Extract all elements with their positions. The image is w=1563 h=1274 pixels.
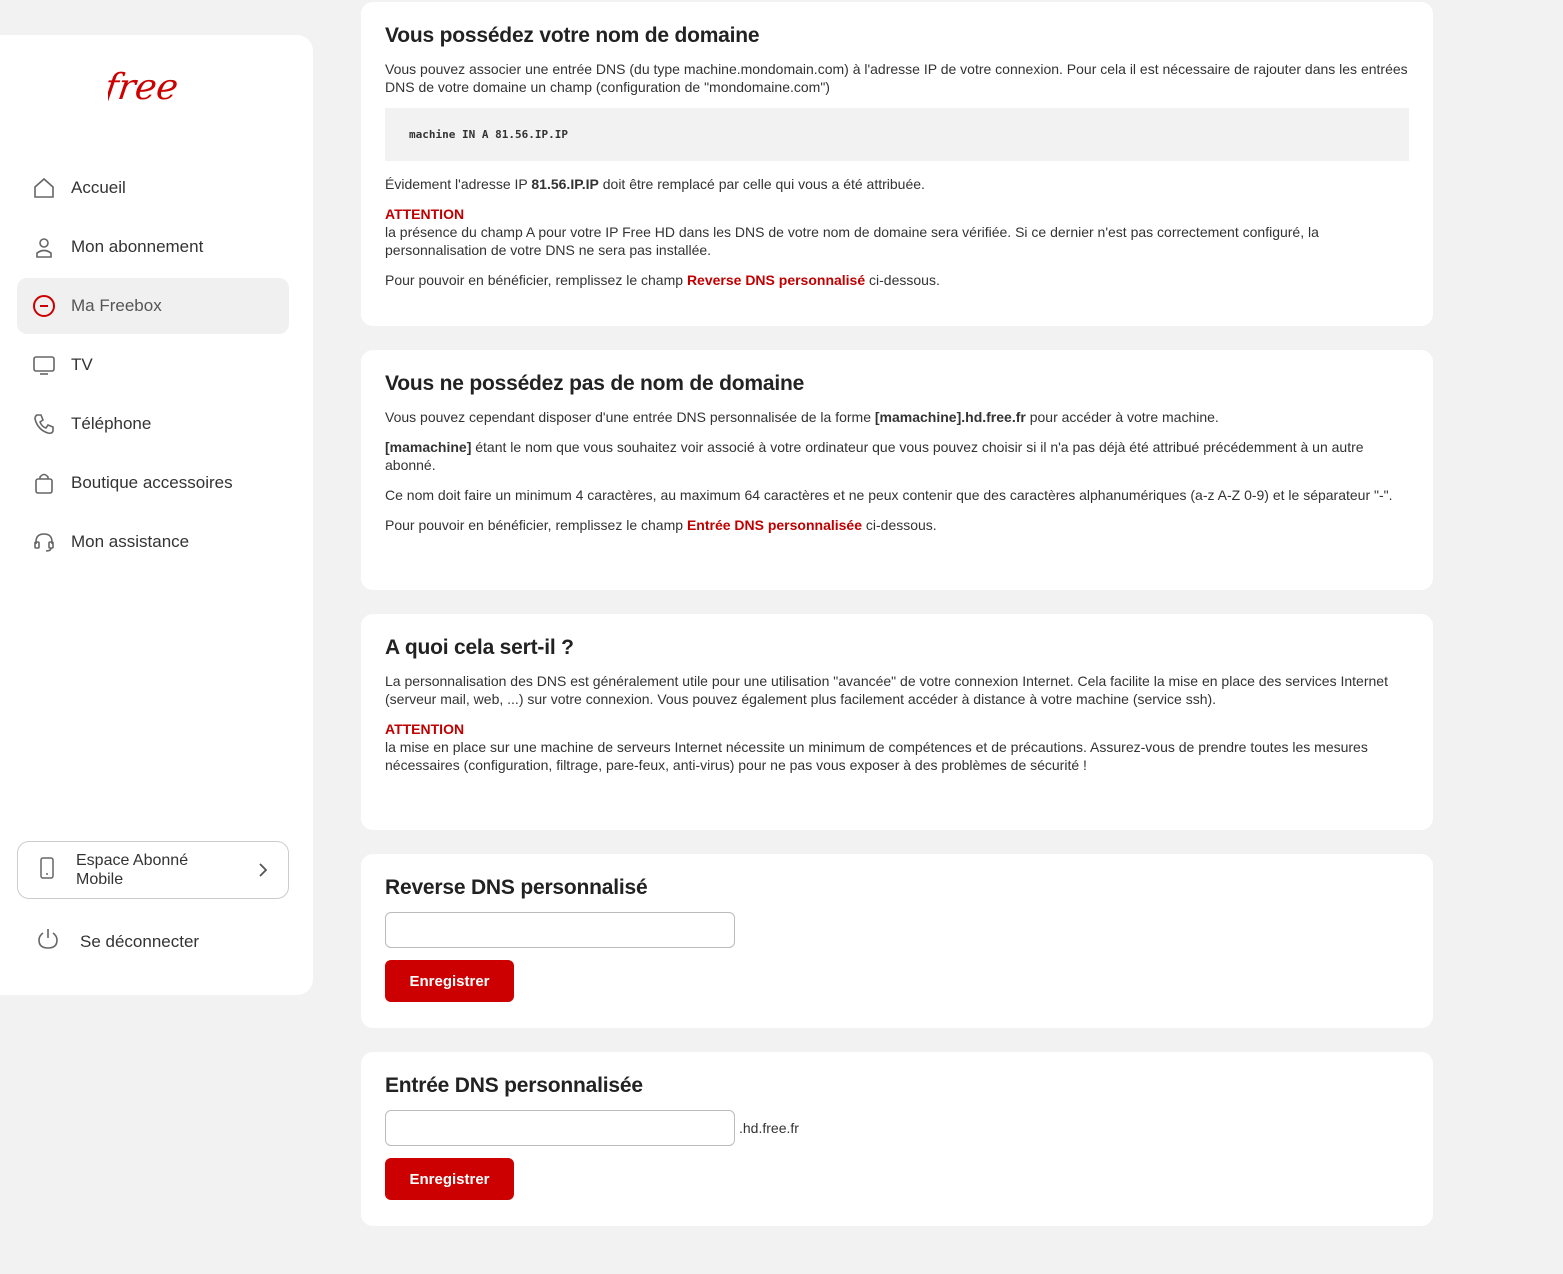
dns-entry-link[interactable]: Entrée DNS personnalisée	[687, 517, 862, 533]
sidebar: free Accueil Mon abonnement Ma Freebox T…	[0, 35, 313, 995]
card-text: Vous pouvez cependant disposer d'une ent…	[385, 409, 1219, 425]
card-text: Évidement l'adresse IP 81.56.IP.IP doit …	[385, 176, 925, 192]
mobile-phone-icon	[40, 856, 54, 884]
dns-code-block: machine IN A 81.56.IP.IP	[385, 108, 1409, 161]
sidebar-item-telephone[interactable]: Téléphone	[17, 396, 289, 452]
sidebar-item-label: Accueil	[71, 178, 126, 197]
card-title: Vous possédez votre nom de domaine	[385, 24, 760, 47]
sidebar-item-label: Mon assistance	[71, 532, 190, 551]
sidebar-item-abonnement[interactable]: Mon abonnement	[17, 219, 289, 275]
freebox-icon	[32, 294, 56, 318]
card-text: La personnalisation des DNS est générale…	[385, 673, 1388, 707]
reverse-dns-input[interactable]	[385, 912, 735, 948]
dns-entry-input[interactable]	[385, 1110, 735, 1146]
card-text: Pour pouvoir en bénéficier, remplissez l…	[385, 517, 937, 533]
ip-highlight: 81.56.IP.IP	[531, 176, 599, 192]
user-icon	[32, 235, 56, 259]
sidebar-item-label: Téléphone	[71, 414, 152, 433]
purpose-card: A quoi cela sert-il ? La personnalisatio…	[361, 614, 1433, 830]
card-title: Reverse DNS personnalisé	[385, 876, 648, 899]
domain-suffix: .hd.free.fr	[739, 1120, 799, 1136]
shopping-bag-icon	[32, 471, 56, 495]
sidebar-item-label: TV	[71, 355, 93, 374]
save-reverse-dns-button[interactable]: Enregistrer	[385, 960, 514, 1002]
power-icon	[37, 928, 59, 955]
phone-icon	[32, 412, 56, 436]
attention-block: ATTENTION la mise en place sur une machin…	[385, 720, 1409, 774]
sidebar-item-label: Boutique accessoires	[71, 473, 233, 492]
logout-label: Se déconnecter	[80, 931, 200, 951]
espace-abonne-mobile-button[interactable]: Espace Abonné Mobile	[17, 841, 289, 899]
attention-block: ATTENTION la présence du champ A pour vot…	[385, 205, 1409, 259]
sidebar-item-assistance[interactable]: Mon assistance	[17, 514, 289, 570]
card-text: [mamachine] étant le nom que vous souhai…	[385, 439, 1364, 473]
sidebar-nav: Accueil Mon abonnement Ma Freebox TV Tél…	[17, 160, 289, 573]
sidebar-item-freebox[interactable]: Ma Freebox	[17, 278, 289, 334]
no-domain-card: Vous ne possédez pas de nom de domaine V…	[361, 350, 1433, 590]
mobile-label: Espace Abonné Mobile	[76, 852, 189, 888]
sidebar-item-label: Ma Freebox	[71, 296, 162, 315]
logo-text: free	[108, 65, 181, 108]
sidebar-item-label: Mon abonnement	[71, 237, 204, 256]
reverse-dns-card: Reverse DNS personnalisé Enregistrer	[361, 854, 1433, 1028]
card-text: Ce nom doit faire un minimum 4 caractère…	[385, 487, 1393, 503]
headset-icon	[32, 530, 56, 554]
save-dns-entry-button[interactable]: Enregistrer	[385, 1158, 514, 1200]
card-text: Vous pouvez associer une entrée DNS (du …	[385, 61, 1408, 95]
attention-label: ATTENTION	[385, 721, 465, 737]
card-text: Pour pouvoir en bénéficier, remplissez l…	[385, 272, 940, 288]
sidebar-item-accueil[interactable]: Accueil	[17, 160, 289, 216]
sidebar-item-tv[interactable]: TV	[17, 337, 289, 393]
domain-owned-card: Vous possédez votre nom de domaine Vous …	[361, 2, 1433, 326]
free-logo[interactable]: free	[99, 65, 200, 115]
logout-button[interactable]: Se déconnecter	[37, 928, 199, 955]
card-title: A quoi cela sert-il ?	[385, 636, 574, 659]
chevron-right-icon	[258, 862, 268, 883]
home-icon	[32, 176, 56, 200]
reverse-dns-link[interactable]: Reverse DNS personnalisé	[687, 272, 865, 288]
card-title: Entrée DNS personnalisée	[385, 1074, 643, 1097]
dns-entry-card: Entrée DNS personnalisée .hd.free.fr Enr…	[361, 1052, 1433, 1226]
card-title: Vous ne possédez pas de nom de domaine	[385, 372, 805, 395]
tv-icon	[32, 353, 56, 377]
sidebar-item-boutique[interactable]: Boutique accessoires	[17, 455, 289, 511]
attention-label: ATTENTION	[385, 206, 465, 222]
